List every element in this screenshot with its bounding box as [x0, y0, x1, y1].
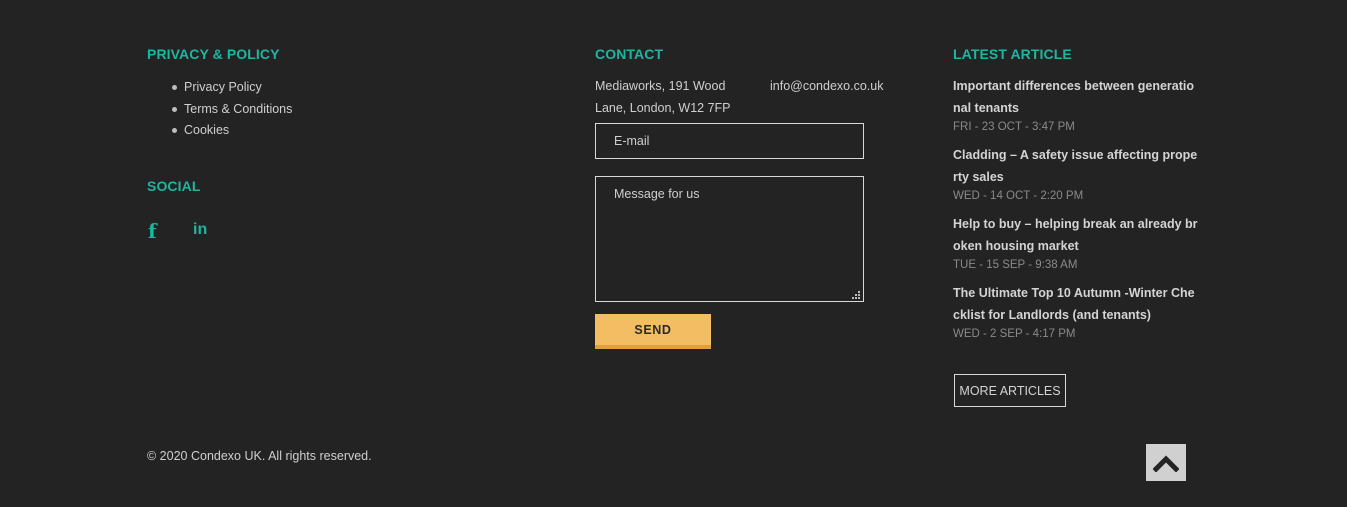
facebook-icon[interactable]: f [148, 219, 157, 243]
article-title[interactable]: Important differences between generation… [953, 76, 1198, 119]
privacy-policy-link[interactable]: Privacy Policy [170, 77, 292, 99]
social-heading: SOCIAL [147, 178, 201, 194]
terms-link[interactable]: Terms & Conditions [170, 99, 292, 121]
address-line-2: Lane, London, W12 7FP [595, 100, 731, 115]
article-item[interactable]: Cladding – A safety issue affecting prop… [953, 145, 1198, 203]
article-date: WED - 2 SEP - 4:17 PM [953, 328, 1076, 340]
privacy-heading: PRIVACY & POLICY [147, 46, 280, 62]
address: Mediaworks, 191 Wood Lane, London, W12 7… [595, 76, 731, 119]
article-date: FRI - 23 OCT - 3:47 PM [953, 121, 1075, 133]
send-button[interactable]: SEND [595, 314, 711, 349]
resize-handle-icon[interactable] [852, 291, 861, 300]
article-date: WED - 14 OCT - 2:20 PM [953, 190, 1084, 202]
message-field[interactable] [595, 176, 864, 302]
articles-heading: LATEST ARTICLE [953, 46, 1072, 62]
article-date: TUE - 15 SEP - 9:38 AM [953, 259, 1078, 271]
article-item[interactable]: Help to buy – helping break an already b… [953, 214, 1198, 272]
email-field[interactable] [595, 123, 864, 159]
article-title[interactable]: The Ultimate Top 10 Autumn -Winter Check… [953, 283, 1198, 326]
contact-email[interactable]: info@condexo.co.uk [770, 76, 883, 98]
linkedin-icon[interactable]: in [193, 221, 207, 239]
cookies-link[interactable]: Cookies [170, 120, 292, 142]
article-title[interactable]: Help to buy – helping break an already b… [953, 214, 1198, 257]
chevron-up-icon [1153, 454, 1179, 472]
privacy-links: Privacy Policy Terms & Conditions Cookie… [170, 77, 292, 142]
more-articles-button[interactable]: MORE ARTICLES [954, 374, 1066, 407]
address-line-1: Mediaworks, 191 Wood [595, 79, 726, 93]
contact-heading: CONTACT [595, 46, 664, 62]
back-to-top-button[interactable] [1146, 444, 1186, 481]
article-item[interactable]: The Ultimate Top 10 Autumn -Winter Check… [953, 283, 1198, 341]
copyright: © 2020 Condexo UK. All rights reserved. [147, 449, 372, 463]
article-title[interactable]: Cladding – A safety issue affecting prop… [953, 145, 1198, 188]
article-item[interactable]: Important differences between generation… [953, 76, 1198, 134]
